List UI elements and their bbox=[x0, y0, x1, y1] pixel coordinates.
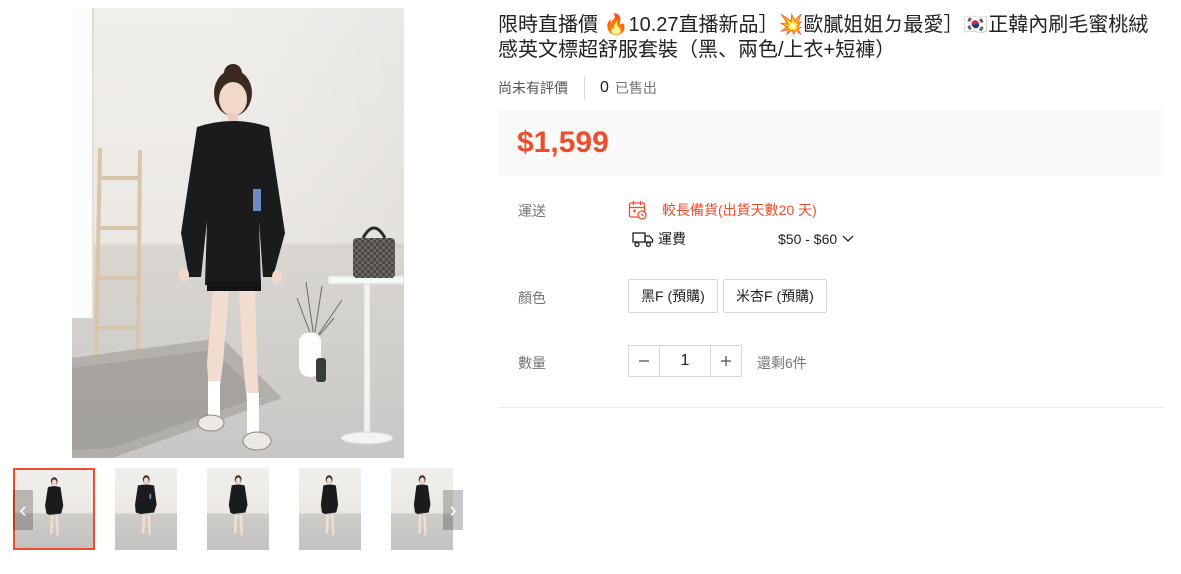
product-price: $1,599 bbox=[517, 126, 609, 159]
section-divider bbox=[498, 407, 1164, 408]
quantity-stepper: 1 bbox=[628, 345, 742, 377]
side-table bbox=[328, 275, 404, 445]
chevron-left-icon: ‹ bbox=[19, 497, 27, 522]
color-option-beige[interactable]: 米杏F (預購) bbox=[723, 279, 827, 313]
quantity-increase-button[interactable] bbox=[711, 346, 741, 376]
thumbnail-3[interactable] bbox=[207, 468, 269, 550]
product-title: 限時直播價 🔥10.27直播新品］💥歐膩姐姐ㄉ最愛］🇰🇷正韓內刷毛蜜桃絨感英文標… bbox=[498, 14, 1149, 61]
quantity-decrease-button[interactable] bbox=[629, 346, 659, 376]
sold-label: 已售出 bbox=[614, 80, 657, 96]
shipping-notice: 較長備貨(出貨天數20 天) bbox=[628, 200, 817, 220]
color-label: 顏色 bbox=[518, 290, 546, 306]
stock-remaining: 還剩6件 bbox=[757, 355, 807, 371]
ladder-decor bbox=[94, 148, 142, 358]
model-thumb-icon bbox=[320, 475, 339, 536]
shipping-fee-label: 運費 bbox=[658, 231, 686, 247]
thumbnail-4[interactable] bbox=[299, 468, 361, 550]
model-thumb-icon bbox=[45, 477, 64, 536]
chevron-down-icon bbox=[842, 235, 854, 242]
shipping-fee-row: 運費 $50 - $60 bbox=[632, 229, 855, 249]
plus-icon bbox=[721, 356, 731, 366]
model-thumb-icon bbox=[413, 475, 431, 536]
handbag-decor bbox=[353, 226, 395, 278]
model-thumb-icon bbox=[135, 475, 157, 536]
truck-icon bbox=[632, 232, 654, 248]
chevron-right-icon: › bbox=[449, 497, 457, 522]
thumbnail-2[interactable] bbox=[115, 468, 177, 550]
product-main-image[interactable] bbox=[72, 8, 404, 458]
meta-divider bbox=[584, 76, 585, 100]
bottle-decor bbox=[316, 358, 326, 382]
quantity-input[interactable]: 1 bbox=[659, 346, 711, 376]
rating-text[interactable]: 尚未有評價 bbox=[498, 78, 568, 98]
gallery-prev-button[interactable]: ‹ bbox=[13, 490, 33, 530]
quantity-label: 數量 bbox=[518, 355, 546, 371]
calendar-clock-icon bbox=[628, 201, 647, 220]
thumbnail-strip bbox=[13, 468, 463, 550]
model-figure bbox=[179, 64, 285, 451]
shipping-fee-dropdown[interactable]: $50 - $60 bbox=[778, 231, 855, 247]
minus-icon bbox=[639, 360, 649, 362]
shipping-label: 運送 bbox=[518, 203, 546, 219]
product-meta: 尚未有評價 0 已售出 bbox=[498, 76, 657, 100]
shipping-fee-value: $50 - $60 bbox=[778, 231, 838, 247]
price-section: $1,599 bbox=[498, 110, 1164, 176]
color-option-black[interactable]: 黑F (預購) bbox=[628, 279, 718, 313]
shipping-notice-text: 較長備貨(出貨天數20 天) bbox=[662, 202, 817, 218]
sold-count: 0 bbox=[600, 79, 609, 96]
gallery-next-button[interactable]: › bbox=[443, 490, 463, 530]
model-thumb-icon bbox=[228, 475, 248, 536]
